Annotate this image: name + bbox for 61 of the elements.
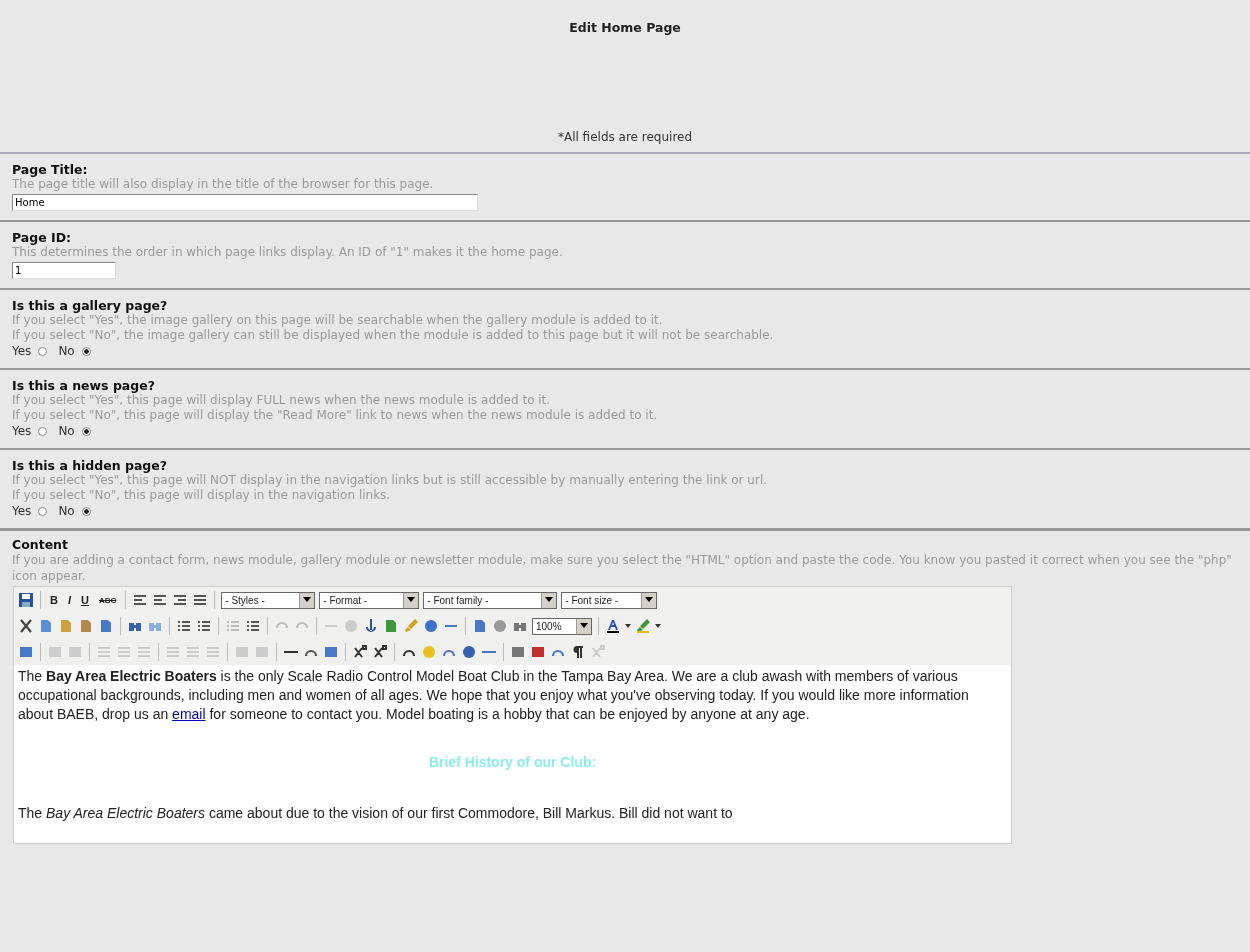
format-button[interactable]: I — [64, 594, 74, 606]
radio-button[interactable] — [38, 427, 48, 436]
radio-button[interactable] — [38, 347, 48, 356]
format-button[interactable]: U — [78, 594, 92, 606]
caret-icon — [580, 623, 588, 629]
field-label: Content — [12, 537, 69, 552]
field-label: Is this a news page? — [12, 378, 156, 393]
align-icon[interactable] — [192, 592, 209, 608]
option-label: No — [58, 424, 75, 439]
caret-icon — [303, 597, 312, 603]
radio-button[interactable] — [81, 347, 91, 356]
dropdown[interactable]: - Styles - — [221, 591, 316, 609]
field-label: Is this a gallery page? — [12, 298, 169, 313]
pilcrow-icon[interactable] — [570, 644, 586, 660]
option-label: Yes — [12, 344, 32, 359]
field-description: If you select "Yes", this page will display FULL news when the news module is added to it. — [12, 393, 552, 408]
page-title: Edit Home Page — [569, 20, 681, 35]
align-icon[interactable] — [172, 592, 189, 608]
zoom-dropdown[interactable]: 100% — [532, 617, 592, 635]
caret-icon — [407, 597, 416, 603]
dropdown[interactable]: - Format - — [319, 591, 420, 609]
align-icon[interactable] — [152, 592, 169, 608]
option-label: No — [58, 504, 75, 519]
radio-button[interactable] — [81, 507, 91, 516]
field-description: The page title will also display in the title of the browser for this page. — [12, 177, 435, 192]
option-label: Yes — [12, 504, 32, 519]
dropdown[interactable]: - Font size - — [561, 591, 658, 609]
caret-icon[interactable] — [655, 624, 661, 628]
caret-icon[interactable] — [625, 624, 631, 628]
anchor-icon[interactable] — [363, 618, 379, 634]
field-description: If you select "Yes", this page will NOT display in the navigation links but is still accessible by manually entering the link or url. — [12, 473, 769, 488]
radio-button[interactable] — [38, 507, 48, 516]
field-label: Page Title: — [12, 162, 89, 177]
format-button[interactable]: ABC — [95, 595, 120, 605]
history-paragraph: The Bay Area Electric Boaters came about due to the vision of our first Commodore, Bill Markus. Bill did not want to — [18, 804, 734, 823]
field-label: Is this a hidden page? — [12, 458, 169, 473]
required-note: *All fields are required — [557, 130, 693, 144]
field-description: This determines the order in which page links display. An ID of "1" makes it the home page. — [12, 245, 564, 260]
intro-paragraph: The Bay Area Electric Boaters is the only Scale Radio Control Model Boat Club in the Tampa Bay Area. We are a club awash with members of various occupational backgrounds, including men and women of all ages. We hope that you enjoy what you've observing today. If you would like more information about BAEB, drop us an email for someone to contact you. Model boating is a hobby that can be enjoyed by anyone at any age. — [18, 667, 970, 724]
caret-icon — [545, 597, 554, 603]
dropdown[interactable]: - Font family - — [423, 591, 558, 609]
section-heading: Brief History of our Club: — [427, 753, 598, 772]
save-icon[interactable] — [18, 592, 34, 608]
email-link[interactable]: email — [172, 706, 206, 722]
field-description: If you select "Yes", the image gallery on this page will be searchable when the gallery module is added to it. — [12, 313, 664, 328]
caret-icon — [645, 597, 654, 603]
radio-button[interactable] — [81, 427, 91, 436]
format-button[interactable]: B — [47, 594, 61, 606]
field-label: Page ID: — [12, 230, 73, 245]
field-description: If you select "No", this page will display the "Read More" link to news when the news module is added to it. — [12, 408, 659, 423]
bullet-list-icon[interactable] — [176, 618, 192, 634]
numbered-list-icon[interactable] — [196, 618, 212, 634]
field-description: If you are adding a contact form, news module, gallery module or newsletter module, make sure you select the "HTML" option and paste the code. You know you pasted it correct when you see the "php" icon appear. — [12, 552, 1233, 584]
text-field[interactable]: Home — [12, 194, 478, 211]
field-description: If you select "No", the image gallery can still be displayed when the module is added to this page but it will not be searchable. — [12, 328, 775, 343]
option-label: No — [58, 344, 75, 359]
align-icon[interactable] — [132, 592, 149, 608]
text-field[interactable]: 1 — [12, 262, 116, 279]
text-color-icon[interactable] — [605, 618, 621, 634]
option-label: Yes — [12, 424, 32, 439]
field-description: If you select "No", this page will display in the navigation links. — [12, 488, 392, 503]
